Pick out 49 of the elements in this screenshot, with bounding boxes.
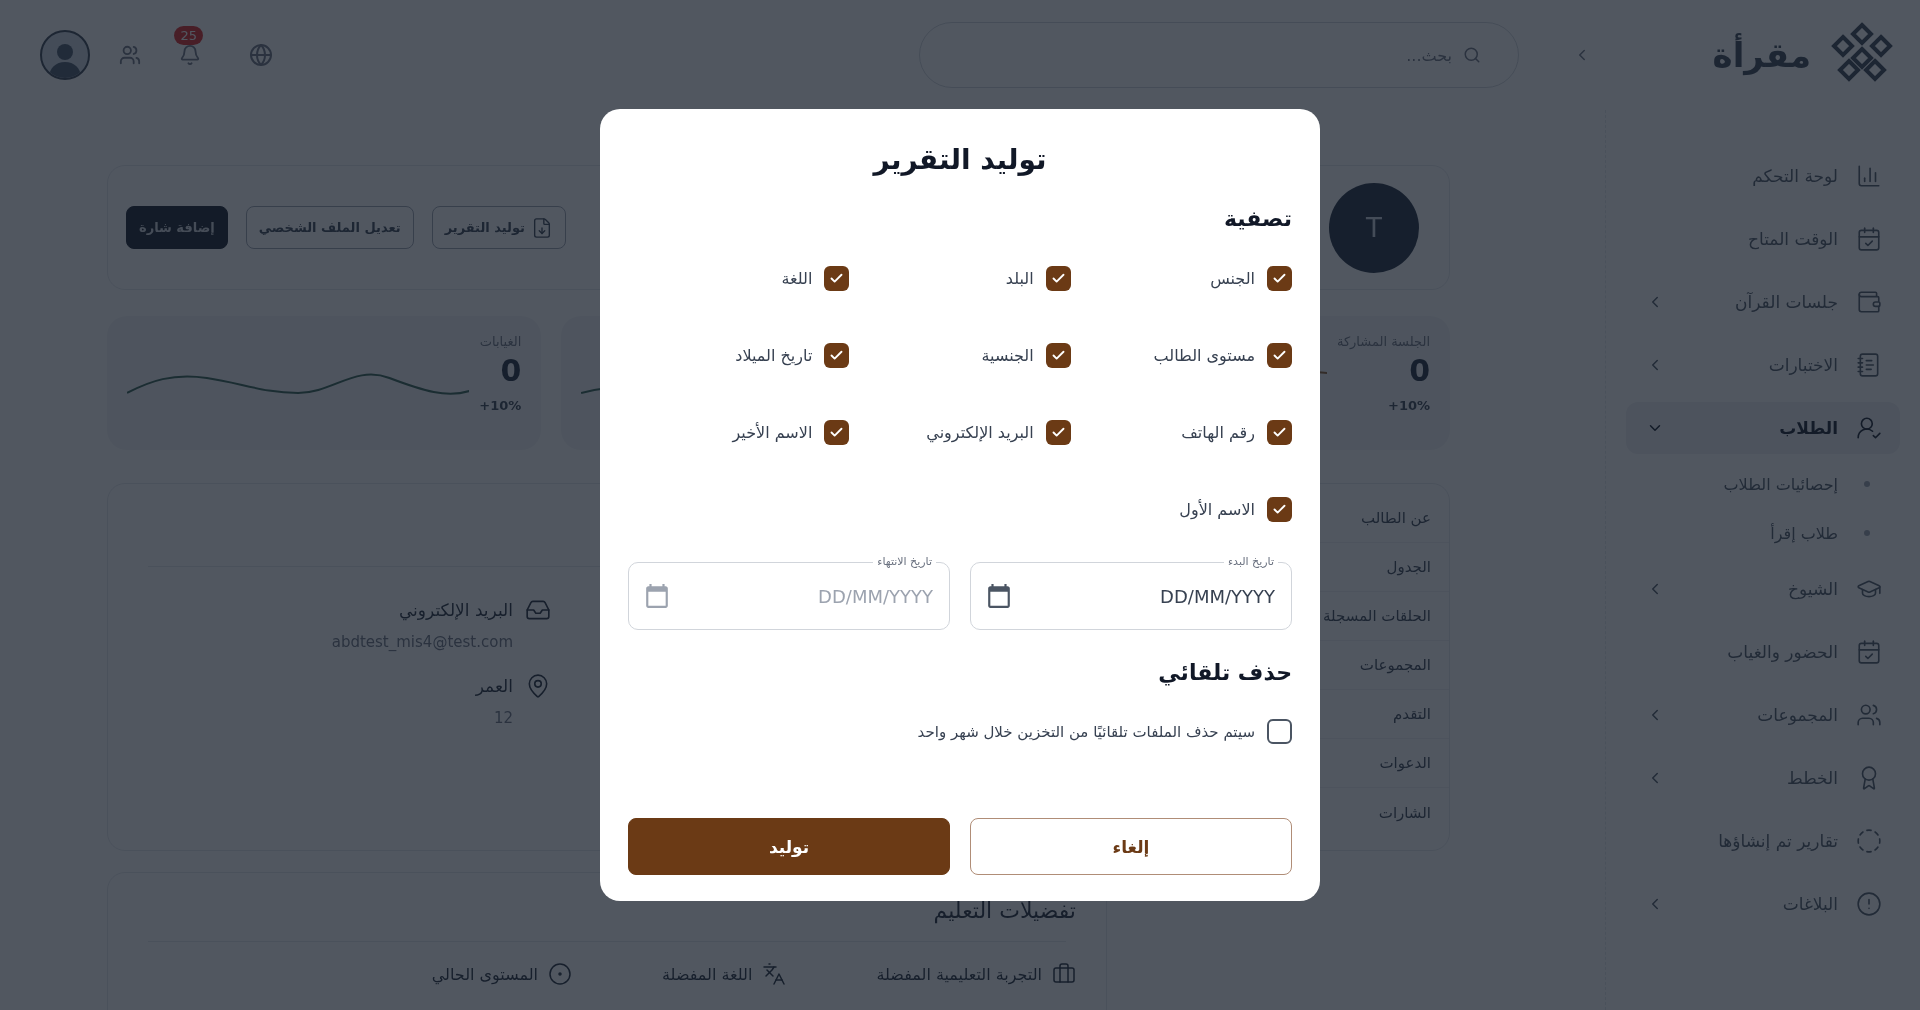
field-label: تاريخ الانتهاء — [873, 555, 936, 569]
stat-value: 0 — [1409, 353, 1430, 388]
checkbox[interactable] — [1267, 420, 1292, 445]
preference-label: التجربة التعليمية المفضلة — [876, 964, 1042, 984]
check-icon — [1050, 425, 1066, 440]
checkbox[interactable] — [824, 266, 850, 291]
checkbox[interactable] — [1045, 266, 1071, 291]
calendar-icon — [644, 583, 670, 609]
checkbox[interactable] — [1267, 719, 1292, 744]
checkbox-label: سيتم حذف الملفات تلقائيًا من التخزين خلال شهر واحد — [917, 722, 1255, 741]
preference-label: المستوى الحالي — [431, 964, 538, 984]
field-label: تاريخ البدء — [1223, 555, 1278, 569]
checkbox-label: اللغة — [781, 269, 813, 288]
checkbox-label: الجنسية — [981, 346, 1034, 365]
stat-value: 0 — [500, 353, 522, 388]
check-icon — [829, 425, 845, 440]
checkbox[interactable] — [1045, 343, 1071, 368]
checkbox[interactable] — [1045, 420, 1071, 445]
section-title: حذف تلقائي — [1157, 660, 1292, 685]
check-icon — [1272, 502, 1287, 517]
generate-button[interactable]: توليد — [628, 818, 950, 875]
checkbox-label: الاسم الأخير — [732, 423, 813, 442]
checkbox-label: البلد — [1005, 269, 1034, 288]
check-icon — [1050, 348, 1066, 363]
checkbox-label: تاريخ الميلاد — [735, 346, 813, 365]
checkbox-label: الجنس — [1210, 269, 1255, 288]
check-icon — [1272, 425, 1287, 440]
section-title: تفضيلات التعليم — [932, 898, 1076, 923]
check-icon — [1050, 271, 1066, 286]
checkbox[interactable] — [1267, 266, 1292, 291]
checkbox-label: البريد الإلكتروني — [926, 423, 1034, 442]
checkbox[interactable] — [1267, 343, 1292, 368]
checkbox[interactable] — [824, 420, 850, 445]
checkbox-label: مستوى الطالب — [1153, 346, 1255, 365]
checkbox-label: الاسم الأول — [1179, 500, 1255, 519]
checkbox[interactable] — [1267, 497, 1292, 522]
check-icon — [1272, 348, 1287, 363]
cancel-button[interactable]: إلغاء — [970, 818, 1292, 875]
info-label: العمر — [475, 676, 513, 696]
checkbox-label: رقم الهاتف — [1181, 423, 1255, 442]
info-label: البريد الإلكتروني — [398, 600, 513, 620]
check-icon — [1272, 271, 1287, 286]
checkbox[interactable] — [824, 343, 850, 368]
preference-label: اللغة المفضلة — [662, 964, 753, 984]
check-icon — [829, 348, 845, 363]
dialog-title: توليد التقرير — [871, 143, 1048, 176]
section-title: تصفية — [1222, 206, 1292, 231]
check-icon — [829, 271, 845, 286]
calendar-icon — [986, 583, 1012, 609]
